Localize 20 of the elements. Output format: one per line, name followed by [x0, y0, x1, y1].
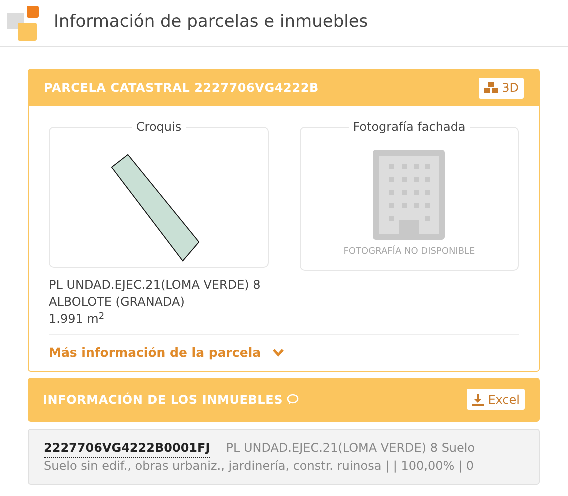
3d-button[interactable]: 3D	[479, 78, 524, 98]
card-title: Croquis	[135, 119, 183, 136]
page-title: Información de parcelas e inmuebles	[54, 11, 368, 34]
address-line: 1.991 m$^{2}$	[49, 311, 106, 328]
building-icon	[373, 150, 446, 240]
comment-icon	[287, 394, 300, 406]
address-line: ALBOLOTE (GRANADA)	[49, 294, 186, 311]
download-icon	[472, 394, 484, 406]
property-address: PL UNDAD.EJEC.21(LOMA VERDE) 8 Suelo	[226, 440, 476, 457]
logo-icon	[6, 5, 42, 41]
more-info-link[interactable]: Más información de la parcela	[49, 344, 284, 363]
panel-title: PARCELA CATASTRAL 2227706VG4222B	[44, 80, 319, 97]
reference-link[interactable]: 2227706VG4222B0001FJ	[44, 440, 210, 458]
panel-title: INFORMACIÓN DE LOS INMUEBLES	[43, 392, 284, 409]
card-title: Fotografía fachada	[352, 119, 467, 136]
cubes-icon	[484, 82, 498, 94]
excel-button[interactable]: Excel	[467, 389, 525, 410]
photo-unavailable-text: FOTOGRAFÍA NO DISPONIBLE	[344, 246, 476, 259]
property-details: Suelo sin edif., obras urbaniz., jardinería, constr. ruinosa | | 100,00% | 0	[44, 458, 474, 475]
address-line: PL UNDAD.EJEC.21(LOMA VERDE) 8	[49, 277, 262, 294]
